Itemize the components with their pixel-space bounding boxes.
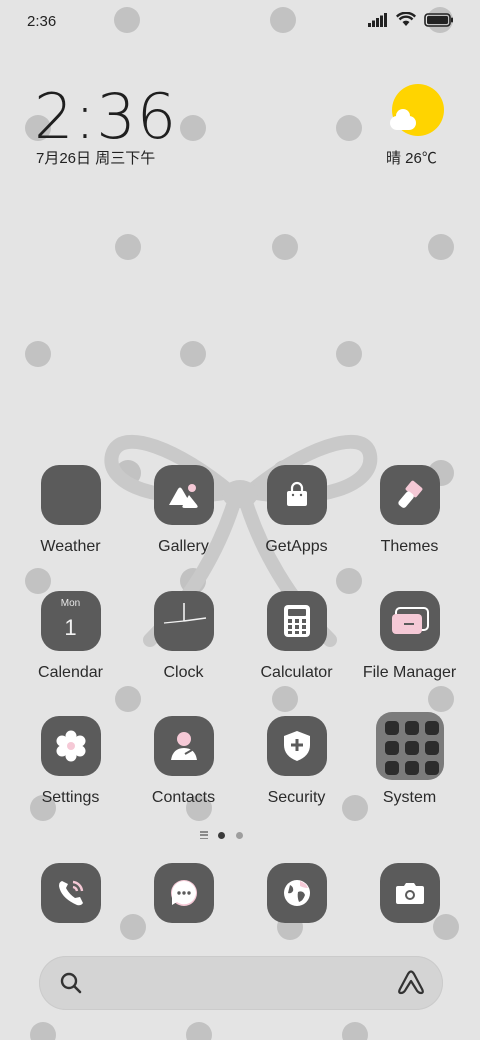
app-gallery[interactable]: Gallery [127,465,240,556]
weather-text: 晴 26℃ [386,150,437,167]
status-time: 2:36 [27,13,57,30]
app-label: Security [267,789,326,806]
signal-icon [368,12,387,27]
app-label: Calculator [260,664,333,681]
app-clock[interactable]: Clock [127,591,240,682]
app-label: Gallery [158,538,209,555]
app-calendar[interactable]: Mon 1 Calendar [14,591,127,682]
camera-icon [379,863,440,923]
weather-icon [40,465,101,525]
clock-widget-date[interactable]: 7月26日 周三下午 [36,147,155,168]
gear-icon [40,716,101,776]
dock-browser[interactable] [240,863,353,923]
app-label: Settings [41,789,100,806]
app-label: System [382,789,437,806]
app-calculator[interactable]: Calculator [240,591,353,682]
calculator-icon [266,591,327,651]
clock-icon [153,591,214,651]
app-security[interactable]: Security [240,716,353,807]
app-label: Weather [40,538,101,555]
app-settings[interactable]: Settings [14,716,127,807]
gallery-icon [153,465,214,525]
clock-widget-time[interactable]: 2:36 [34,80,177,153]
app-label: Clock [163,664,204,681]
paintbrush-icon [379,465,440,525]
calendar-day: Mon [60,598,81,609]
person-icon [153,716,214,776]
search-icon [60,972,82,994]
phone-icon [40,863,101,923]
chat-bubble-icon [153,863,214,923]
shield-plus-icon [266,716,327,776]
app-label: Calendar [38,664,103,681]
page-dot [236,832,243,839]
app-file-manager[interactable]: File Manager [353,591,466,682]
dock-phone[interactable] [14,863,127,923]
app-contacts[interactable]: Contacts [127,716,240,807]
app-label: GetApps [265,538,328,555]
calendar-icon: Mon 1 [40,591,101,651]
dock-camera[interactable] [353,863,466,923]
battery-icon [424,12,453,27]
app-label: Themes [380,538,439,555]
system-folder-icon [375,712,444,780]
folder-icon [379,591,440,651]
cloud-icon [390,109,416,130]
status-bar: 2:36 [0,0,480,44]
app-label: File Manager [362,664,457,681]
app-system-folder[interactable]: System [353,712,466,807]
search-bar[interactable] [39,956,443,1010]
dock-messages[interactable] [127,863,240,923]
app-weather[interactable]: Weather [14,465,127,556]
shopping-bag-icon [266,465,327,525]
app-getapps[interactable]: GetApps [240,465,353,556]
weather-widget[interactable]: 晴 26℃ [386,82,450,172]
calendar-date: 1 [64,615,77,640]
app-themes[interactable]: Themes [353,465,466,556]
wifi-icon [396,12,416,26]
app-drawer-lines-icon [200,831,208,840]
dock [0,863,480,925]
page-dot-active [218,832,225,839]
globe-icon [266,863,327,923]
app-label: Contacts [151,789,216,806]
page-indicator[interactable] [200,829,260,843]
assistant-icon[interactable] [397,970,425,996]
